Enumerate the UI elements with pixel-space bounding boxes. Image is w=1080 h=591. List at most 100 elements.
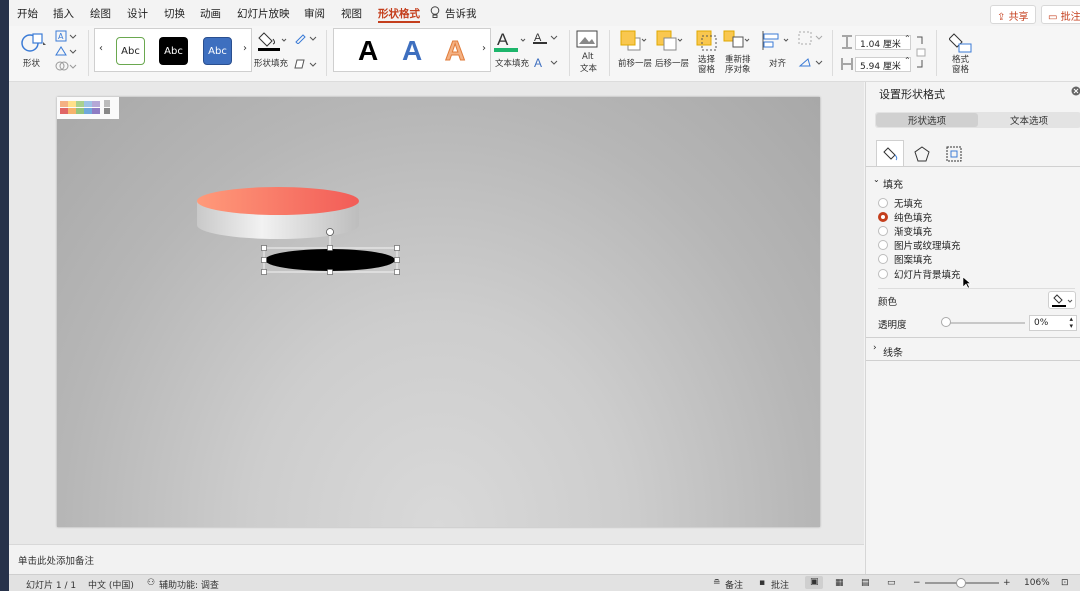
radio-button[interactable]: [878, 226, 888, 236]
reading-view-icon[interactable]: ▤: [861, 578, 870, 588]
width-stepper-icon[interactable]: ⌃: [904, 56, 911, 65]
text-box-icon[interactable]: A: [55, 30, 77, 45]
width-value: 5.94 厘米: [860, 62, 901, 72]
paint-bucket-icon[interactable]: [258, 29, 288, 56]
zoom-in-icon[interactable]: +: [1003, 578, 1011, 588]
text-fill-icon[interactable]: A: [494, 29, 528, 56]
tab-design[interactable]: 设计: [127, 6, 148, 21]
tab-shape-format[interactable]: 形状格式: [378, 6, 420, 23]
rotate-icon[interactable]: [798, 56, 824, 73]
text-outline-icon[interactable]: A: [533, 31, 559, 48]
wordart-style-1[interactable]: A: [358, 35, 378, 67]
zoom-level[interactable]: 106%: [1024, 578, 1050, 588]
shape-effects-icon[interactable]: [294, 58, 318, 73]
notes-area[interactable]: 单击此处添加备注: [9, 544, 864, 574]
bring-forward-icon[interactable]: [620, 30, 650, 55]
radio-button[interactable]: [878, 269, 888, 279]
notes-toggle-button[interactable]: 备注: [725, 578, 743, 591]
zoom-slider-thumb[interactable]: [956, 578, 966, 588]
height-input[interactable]: 1.04 厘米: [855, 35, 911, 50]
accessibility-status[interactable]: 辅助功能: 调查: [159, 578, 219, 591]
tab-review[interactable]: 审阅: [304, 6, 325, 21]
transparency-slider-thumb[interactable]: [941, 317, 951, 327]
radio-gradient-fill[interactable]: 渐变填充: [878, 224, 932, 238]
radio-slide-bg-fill[interactable]: 幻灯片背景填充: [878, 267, 961, 281]
radio-solid-fill[interactable]: 纯色填充: [878, 210, 932, 224]
align-icon[interactable]: [761, 30, 791, 55]
tab-transitions[interactable]: 切换: [164, 6, 185, 21]
tab-draw[interactable]: 绘图: [90, 6, 111, 21]
cylinder-shape[interactable]: [197, 187, 359, 239]
gallery-next-icon[interactable]: ›: [243, 43, 247, 54]
shapes-icon[interactable]: [18, 32, 48, 57]
accessibility-icon[interactable]: ⚇: [147, 578, 155, 588]
close-pane-icon[interactable]: [1071, 86, 1080, 99]
merge-shapes-icon[interactable]: [55, 60, 77, 75]
fit-to-window-icon[interactable]: ⊡: [1061, 578, 1069, 588]
tab-slideshow[interactable]: 幻灯片放映: [237, 6, 290, 21]
tab-view[interactable]: 视图: [341, 6, 362, 21]
height-stepper-icon[interactable]: ⌃: [904, 34, 911, 43]
line-section-header[interactable]: › 线条: [866, 342, 1080, 359]
edit-shape-icon[interactable]: [55, 45, 77, 60]
resize-handle[interactable]: [394, 257, 400, 263]
wordart-style-2[interactable]: A: [402, 35, 422, 67]
color-picker-button[interactable]: [1048, 291, 1076, 309]
radio-button[interactable]: [878, 198, 888, 208]
resize-handle[interactable]: [261, 269, 267, 275]
group-icon[interactable]: [798, 31, 824, 48]
share-button[interactable]: ⇪ 共享: [990, 5, 1036, 24]
comments-toggle-button[interactable]: 批注: [771, 578, 789, 591]
rotate-handle-icon[interactable]: [326, 228, 334, 236]
shape-style-1[interactable]: Abc: [116, 37, 145, 65]
reorder-objects-icon[interactable]: [723, 30, 753, 55]
tab-text-options[interactable]: 文本选项: [978, 113, 1080, 127]
size-properties-icon[interactable]: [945, 145, 963, 166]
text-effects-icon[interactable]: A: [533, 56, 559, 73]
resize-handle[interactable]: [394, 269, 400, 275]
send-backward-icon[interactable]: [656, 30, 686, 55]
resize-handle[interactable]: [261, 257, 267, 263]
selection-pane-icon[interactable]: [696, 30, 718, 55]
resize-handle[interactable]: [394, 245, 400, 251]
shape-style-2[interactable]: Abc: [159, 37, 188, 65]
radio-button-selected[interactable]: [878, 212, 888, 222]
transparency-input[interactable]: 0% ▴ ▾: [1029, 315, 1077, 331]
language-indicator[interactable]: 中文 (中国): [88, 578, 134, 591]
wordart-style-3[interactable]: A: [444, 35, 465, 67]
slideshow-view-icon[interactable]: ▭: [887, 578, 896, 588]
notes-toggle-icon[interactable]: ≘: [713, 578, 721, 588]
tab-shape-options[interactable]: 形状选项: [876, 113, 978, 127]
svg-text:A: A: [534, 56, 542, 70]
send-backward-label: 后移一层: [655, 59, 690, 69]
fill-section-header[interactable]: ⌄ 填充: [866, 174, 1080, 191]
radio-no-fill[interactable]: 无填充: [878, 196, 923, 210]
fill-line-category[interactable]: [876, 140, 904, 166]
lock-aspect-icon[interactable]: [916, 36, 926, 71]
wordart-more-icon[interactable]: ›: [482, 43, 486, 54]
transparency-stepper-icon[interactable]: ▴ ▾: [1069, 316, 1073, 330]
tab-home[interactable]: 开始: [17, 6, 38, 21]
comments-button[interactable]: ▭ 批注: [1041, 5, 1080, 24]
resize-handle[interactable]: [261, 245, 267, 251]
alt-text-label-2: 文本: [580, 64, 598, 74]
radio-picture-fill[interactable]: 图片或纹理填充: [878, 238, 961, 252]
zoom-out-icon[interactable]: −: [913, 578, 921, 588]
transparency-slider-track[interactable]: [945, 322, 1025, 324]
comments-toggle-icon[interactable]: ▪: [759, 578, 765, 588]
slide-canvas[interactable]: [57, 97, 820, 527]
width-input[interactable]: 5.94 厘米: [855, 57, 911, 72]
radio-button[interactable]: [878, 240, 888, 250]
radio-pattern-fill[interactable]: 图案填充: [878, 252, 932, 266]
tab-insert[interactable]: 插入: [53, 6, 74, 21]
gallery-prev-icon[interactable]: ‹: [99, 43, 103, 54]
slide-sorter-icon[interactable]: ▦: [835, 578, 844, 588]
radio-button[interactable]: [878, 254, 888, 264]
tell-me-search[interactable]: 告诉我: [445, 6, 477, 21]
tab-animations[interactable]: 动画: [200, 6, 221, 21]
resize-handle[interactable]: [327, 245, 333, 251]
resize-handle[interactable]: [327, 269, 333, 275]
shape-outline-icon[interactable]: [294, 32, 318, 47]
shape-style-3[interactable]: Abc: [203, 37, 232, 65]
effects-pentagon-icon[interactable]: [914, 146, 930, 165]
